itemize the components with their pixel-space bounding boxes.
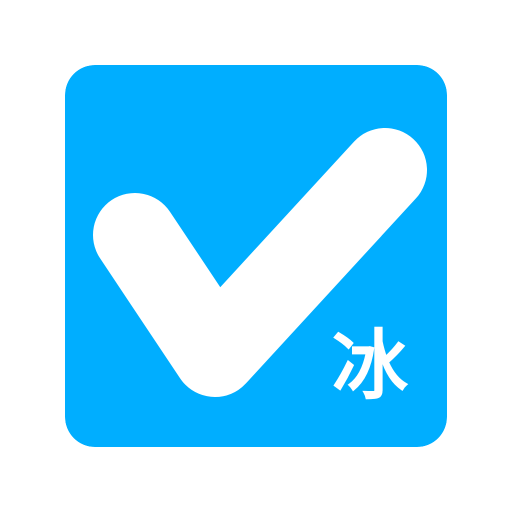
badge-character: 冰 xyxy=(332,321,408,410)
app-icon[interactable]: 冰 xyxy=(65,65,447,447)
